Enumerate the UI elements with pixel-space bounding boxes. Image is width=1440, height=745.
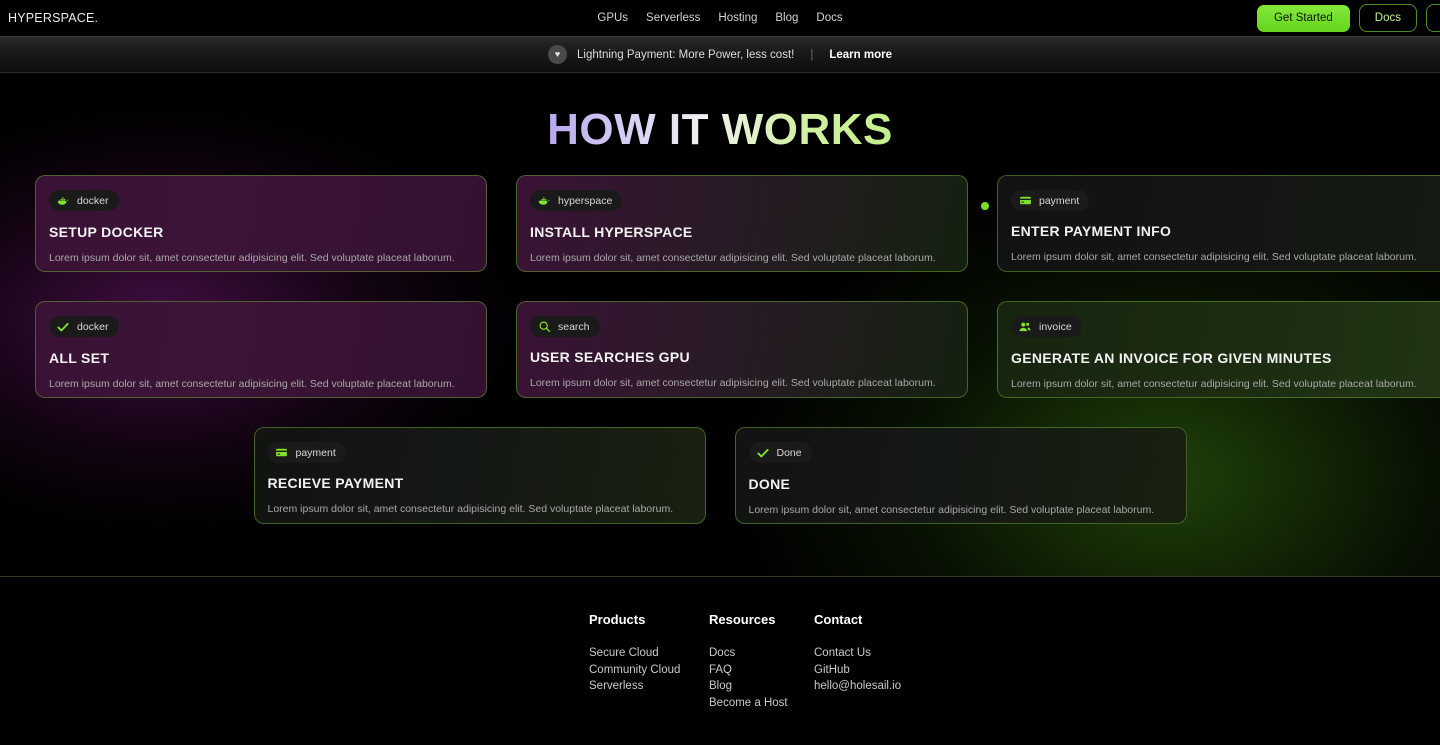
card-badge: docker <box>49 316 119 338</box>
navbar: HYPERSPACE. GPUs Serverless Hosting Blog… <box>0 0 1440 36</box>
step-card-install-hyperspace[interactable]: hyperspace INSTALL HYPERSPACE Lorem ipsu… <box>516 175 968 273</box>
docker-whale-icon <box>56 194 70 208</box>
step-card-done[interactable]: Done DONE Lorem ipsum dolor sit, amet co… <box>734 427 1187 525</box>
hero-title-wrap: HOW IT WORKS <box>0 73 1440 154</box>
users-icon <box>1018 320 1032 334</box>
card-title: DONE <box>748 475 791 492</box>
footer-link-github[interactable]: GitHub <box>814 662 974 679</box>
step-card-all-set[interactable]: docker ALL SET Lorem ipsum dolor sit, am… <box>35 301 487 399</box>
card-badge: docker <box>49 190 119 212</box>
card-title: SETUP DOCKER <box>49 223 164 240</box>
step-card-setup-docker[interactable]: docker SETUP DOCKER Lorem ipsum dolor si… <box>35 175 487 273</box>
steps-grid-bottom: payment RECIEVE PAYMENT Lorem ipsum dolo… <box>0 427 1440 525</box>
credit-card-icon <box>275 446 289 460</box>
footer-heading-resources: Resources <box>709 612 776 627</box>
overflow-button[interactable] <box>1426 4 1440 32</box>
card-badge-label: search <box>558 320 590 333</box>
card-title: ENTER PAYMENT INFO <box>1011 223 1172 240</box>
credit-card-icon <box>1018 194 1032 208</box>
card-description: Lorem ipsum dolor sit, amet consectetur … <box>530 251 936 264</box>
docs-button[interactable]: Docs <box>1358 4 1417 32</box>
footer-link-docs[interactable]: Docs <box>709 645 814 662</box>
card-badge-label: docker <box>77 194 109 207</box>
promo-banner[interactable]: ♥ Lightning Payment: More Power, less co… <box>0 36 1440 73</box>
footer-link-faq[interactable]: FAQ <box>709 662 814 679</box>
page-root: HYPERSPACE. GPUs Serverless Hosting Blog… <box>0 0 1440 745</box>
search-icon <box>537 320 551 334</box>
footer-link-serverless[interactable]: Serverless <box>589 678 709 695</box>
step-card-recieve-payment[interactable]: payment RECIEVE PAYMENT Lorem ipsum dolo… <box>253 427 706 525</box>
get-started-button[interactable]: Get Started <box>1256 4 1350 32</box>
card-badge: invoice <box>1011 316 1082 338</box>
card-description: Lorem ipsum dolor sit, amet consectetur … <box>267 503 674 516</box>
footer-link-community-cloud[interactable]: Community Cloud <box>589 662 709 679</box>
card-title: RECIEVE PAYMENT <box>267 475 404 492</box>
footer-link-blog[interactable]: Blog <box>709 678 814 695</box>
card-badge-label: invoice <box>1039 320 1072 333</box>
step-card-generate-invoice[interactable]: invoice GENERATE AN INVOICE FOR GIVEN MI… <box>997 301 1440 399</box>
footer-heading-products: Products <box>589 612 646 627</box>
card-badge-label: payment <box>295 446 336 459</box>
page-title: HOW IT WORKS <box>547 105 893 154</box>
banner-text: Lightning Payment: More Power, less cost… <box>577 48 795 61</box>
card-description: Lorem ipsum dolor sit, amet consectetur … <box>1011 251 1417 264</box>
nav-link-docs[interactable]: Docs <box>816 12 842 24</box>
learn-more-link[interactable]: Learn more <box>829 49 892 61</box>
card-badge: hyperspace <box>530 190 623 212</box>
site-footer: Products Secure Cloud Community Cloud Se… <box>0 576 1440 745</box>
main-nav: GPUs Serverless Hosting Blog Docs <box>597 12 842 24</box>
steps-grid: docker SETUP DOCKER Lorem ipsum dolor si… <box>0 175 1440 399</box>
card-description: Lorem ipsum dolor sit, amet consectetur … <box>49 377 455 390</box>
card-badge: payment <box>267 442 346 464</box>
banner-separator: | <box>810 48 814 61</box>
nav-link-blog[interactable]: Blog <box>775 12 798 24</box>
footer-link-become-a-host[interactable]: Become a Host <box>709 695 814 712</box>
check-icon <box>756 446 770 460</box>
navbar-actions: Get Started Docs <box>1256 4 1440 32</box>
footer-column-contact: Contact Contact Us GitHub hello@holesail… <box>814 612 974 745</box>
card-badge-label: docker <box>77 320 109 333</box>
footer-column-products: Products Secure Cloud Community Cloud Se… <box>589 612 709 745</box>
nav-link-gpus[interactable]: GPUs <box>597 12 628 24</box>
heart-icon: ♥ <box>548 45 568 64</box>
footer-column-resources: Resources Docs FAQ Blog Become a Host <box>709 612 814 745</box>
footer-heading-contact: Contact <box>814 612 863 627</box>
step-card-enter-payment-info[interactable]: payment ENTER PAYMENT INFO Lorem ipsum d… <box>997 175 1440 273</box>
docker-whale-icon <box>537 194 551 208</box>
card-badge-label: payment <box>1039 194 1080 207</box>
card-description: Lorem ipsum dolor sit, amet consectetur … <box>748 503 1155 516</box>
nav-link-serverless[interactable]: Serverless <box>646 12 700 24</box>
card-title: INSTALL HYPERSPACE <box>530 223 693 240</box>
card-badge-label: hyperspace <box>558 194 613 207</box>
card-badge: payment <box>1011 190 1090 212</box>
brand-logo[interactable]: HYPERSPACE. <box>8 11 98 25</box>
card-title: GENERATE AN INVOICE FOR GIVEN MINUTES <box>1011 349 1332 366</box>
main-content: HOW IT WORKS docker SETUP DOCKER Lorem i… <box>0 73 1440 576</box>
nav-link-hosting[interactable]: Hosting <box>718 12 757 24</box>
card-badge: search <box>530 316 600 338</box>
card-badge: Done <box>748 442 812 464</box>
footer-link-email[interactable]: hello@holesail.io <box>814 678 974 695</box>
footer-columns: Products Secure Cloud Community Cloud Se… <box>0 577 1440 745</box>
card-badge-label: Done <box>776 446 802 459</box>
card-description: Lorem ipsum dolor sit, amet consectetur … <box>1011 377 1417 390</box>
step-card-user-searches-gpu[interactable]: search USER SEARCHES GPU Lorem ipsum dol… <box>516 301 968 399</box>
card-title: ALL SET <box>49 349 110 366</box>
card-title: USER SEARCHES GPU <box>530 349 690 366</box>
card-description: Lorem ipsum dolor sit, amet consectetur … <box>49 251 455 264</box>
check-icon <box>56 320 70 334</box>
footer-link-contact-us[interactable]: Contact Us <box>814 645 974 662</box>
footer-link-secure-cloud[interactable]: Secure Cloud <box>589 645 709 662</box>
card-description: Lorem ipsum dolor sit, amet consectetur … <box>530 377 936 390</box>
